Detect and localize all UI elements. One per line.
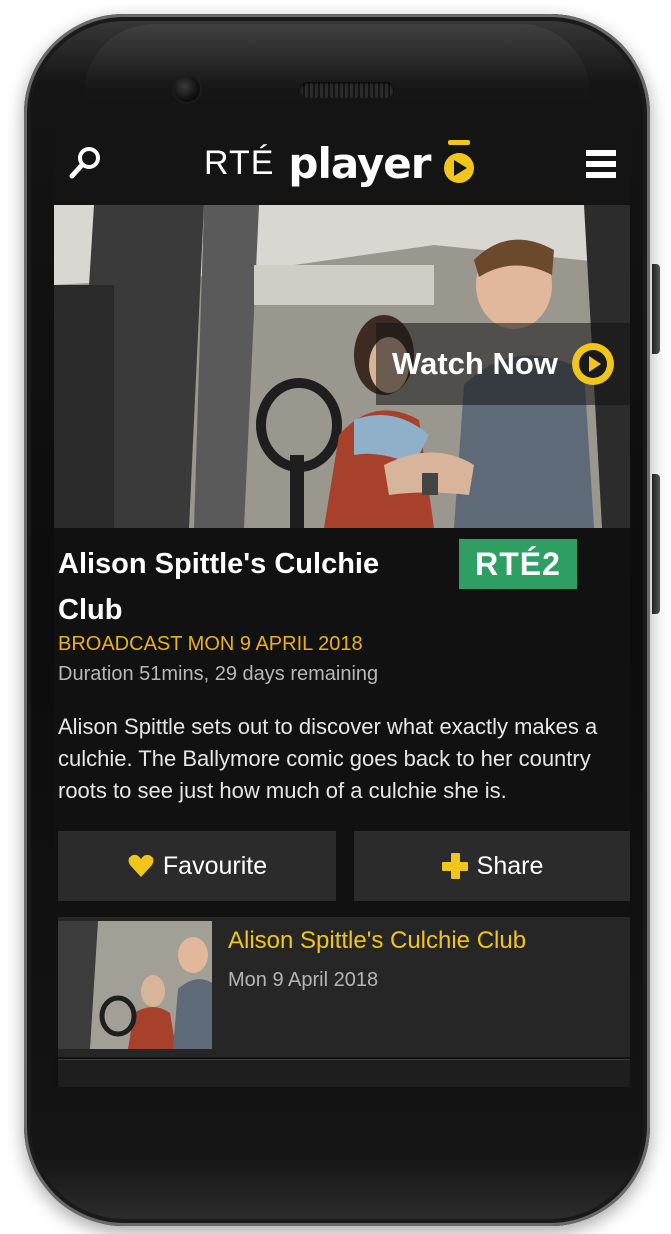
episode-thumbnail: [58, 921, 212, 1049]
share-label: Share: [476, 851, 544, 880]
list-item: [58, 1060, 630, 1087]
play-icon: [572, 343, 614, 385]
duration-info: Duration 51mins, 29 days remaining: [58, 663, 379, 685]
list-item[interactable]: Alison Spittle's Culchie Club Mon 9 Apri…: [58, 917, 630, 1057]
front-camera: [174, 76, 200, 102]
watch-now-button[interactable]: Watch Now: [376, 323, 630, 405]
programme-description: Alison Spittle sets out to discover what…: [58, 714, 598, 803]
menu-icon[interactable]: [584, 147, 618, 181]
play-icon: [444, 140, 475, 183]
search-icon[interactable]: [66, 143, 106, 183]
hero-image[interactable]: Watch Now: [54, 205, 630, 528]
earpiece-speaker: [300, 82, 394, 98]
side-button: [652, 474, 660, 614]
logo-rte-text: RTÉ: [204, 143, 275, 182]
programme-title: Alison Spittle's Culchie Club: [58, 548, 380, 626]
logo-player-text: player: [288, 138, 431, 188]
top-bar: RTÉ player: [54, 125, 630, 205]
broadcast-date: BROADCAST MON 9 APRIL 2018: [58, 633, 363, 655]
channel-name: RTÉ2: [475, 545, 561, 582]
app-screen: RTÉ player Watch Now Alison Spittle's Cu…: [54, 125, 630, 1087]
side-button: [652, 264, 660, 354]
favourite-label: Favourite: [162, 851, 268, 880]
favourite-button[interactable]: Favourite: [58, 831, 336, 901]
channel-logo: RTÉ2: [459, 539, 577, 589]
heart-icon: [128, 854, 154, 877]
episode-date: Mon 9 April 2018: [228, 969, 379, 991]
plus-icon: [441, 853, 468, 879]
share-button[interactable]: Share: [354, 831, 630, 901]
episode-title: Alison Spittle's Culchie Club: [228, 927, 527, 954]
rte-player-logo[interactable]: RTÉ player: [204, 137, 478, 189]
watch-now-label: Watch Now: [392, 346, 558, 381]
